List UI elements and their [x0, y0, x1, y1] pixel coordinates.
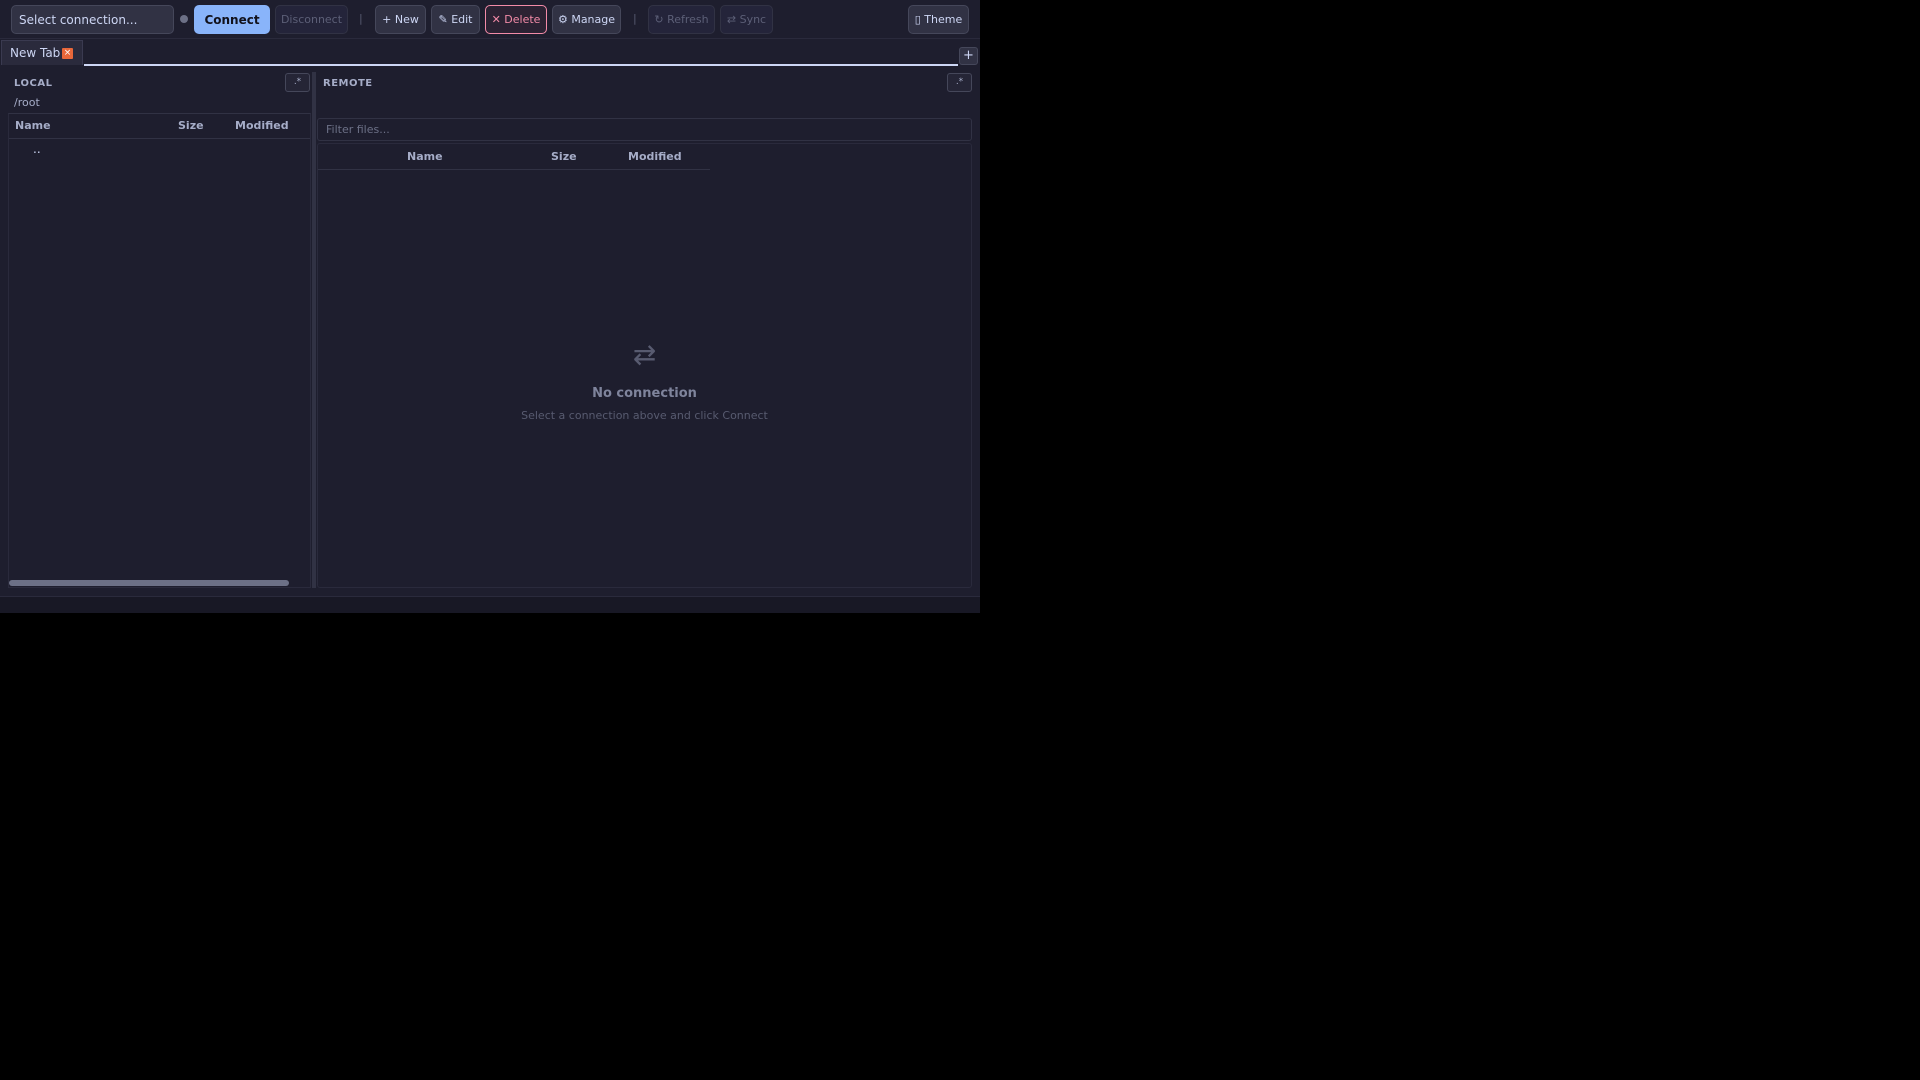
- status-bar: [0, 596, 980, 613]
- filter-files-input[interactable]: Filter files...: [317, 118, 972, 141]
- tab-new-tab[interactable]: New Tab ×: [1, 40, 83, 65]
- remote-pane-title: REMOTE: [323, 78, 373, 89]
- local-path[interactable]: /root: [14, 96, 40, 109]
- column-header-size[interactable]: Size: [551, 150, 577, 163]
- toolbar-separator: |: [359, 12, 363, 25]
- toolbar-separator: |: [633, 12, 637, 25]
- sync-button[interactable]: ⇄ Sync: [720, 5, 773, 34]
- remote-file-table: Name Size Modified ⇄ No connection Selec…: [317, 143, 972, 588]
- connection-select[interactable]: Select connection...: [11, 5, 174, 34]
- tab-bar: New Tab × +: [0, 38, 980, 66]
- manage-connections-button[interactable]: ⚙ Manage: [552, 5, 621, 34]
- delete-connection-button[interactable]: ✕ Delete: [485, 5, 547, 34]
- new-connection-button[interactable]: + New: [375, 5, 426, 34]
- local-regex-toggle[interactable]: .*: [285, 73, 310, 92]
- parent-directory-row[interactable]: ..: [33, 142, 41, 156]
- empty-state-subtitle: Select a connection above and click Conn…: [521, 409, 768, 422]
- local-file-table: Name Size Modified ..: [8, 113, 311, 588]
- tab-label: New Tab: [10, 46, 61, 60]
- tab-bar-underline: [84, 64, 958, 66]
- connect-button[interactable]: Connect: [194, 5, 270, 34]
- close-tab-icon[interactable]: ×: [62, 48, 73, 59]
- edit-connection-button[interactable]: ✎ Edit: [431, 5, 480, 34]
- column-header-size[interactable]: Size: [178, 119, 204, 132]
- column-header-modified[interactable]: Modified: [235, 119, 289, 132]
- table-header-divider: [9, 138, 310, 139]
- sftp-client-window: Select connection... Connect Disconnect …: [0, 0, 980, 613]
- table-header-divider: [318, 169, 710, 170]
- horizontal-scrollbar[interactable]: [9, 580, 289, 586]
- theme-toggle-button[interactable]: ▯ Theme: [908, 5, 969, 34]
- toolbar: Select connection... Connect Disconnect …: [0, 0, 980, 39]
- disconnect-button[interactable]: Disconnect: [275, 5, 348, 34]
- empty-state-title: No connection: [592, 386, 697, 401]
- column-header-name[interactable]: Name: [407, 150, 443, 163]
- column-header-modified[interactable]: Modified: [628, 150, 682, 163]
- pane-splitter[interactable]: [312, 72, 316, 588]
- transfer-arrows-icon: ⇄: [632, 338, 657, 371]
- refresh-button[interactable]: ↻ Refresh: [648, 5, 715, 34]
- add-tab-button[interactable]: +: [959, 47, 978, 65]
- local-pane-title: LOCAL: [14, 78, 53, 89]
- remote-regex-toggle[interactable]: .*: [947, 73, 972, 92]
- connection-status-indicator: [180, 15, 188, 23]
- column-header-name[interactable]: Name: [15, 119, 51, 132]
